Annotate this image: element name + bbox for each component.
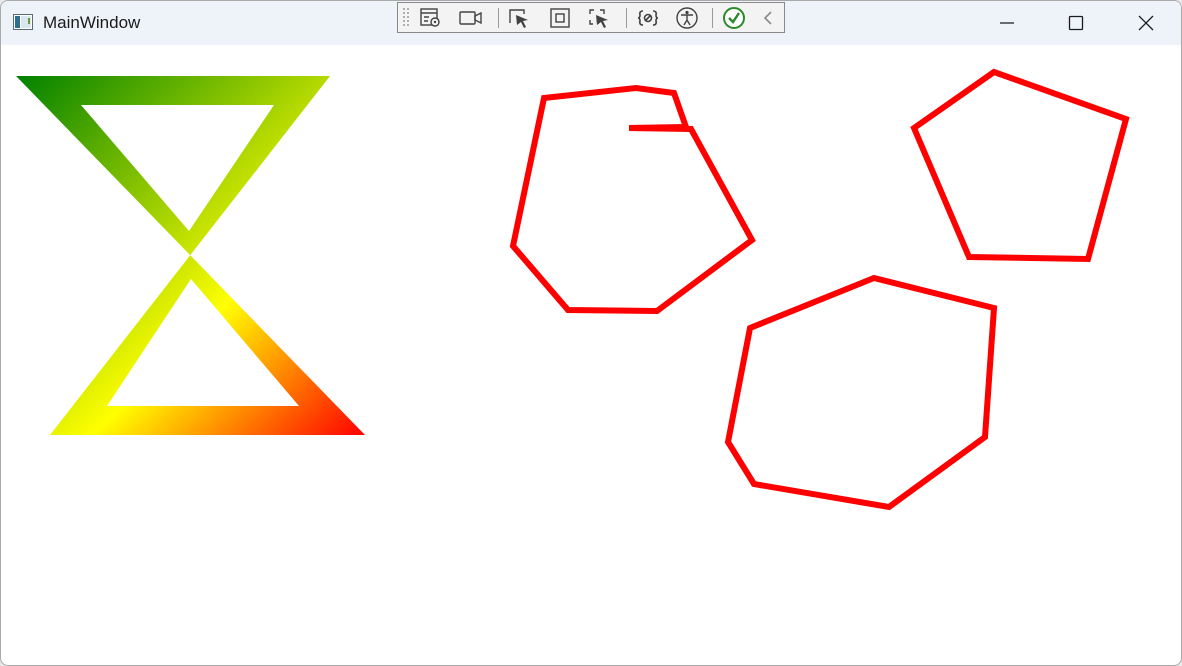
binding-failures-button[interactable] [635,6,661,30]
minimize-button[interactable] [984,1,1030,45]
display-layout-adorners-icon [550,8,570,28]
minimize-icon [1000,22,1014,24]
hexagon-shape [724,274,998,511]
maximize-button[interactable] [1053,1,1099,45]
pentagon-shape [910,68,1130,263]
record-icon [459,11,482,25]
accessibility-icon [676,7,698,29]
title-bar[interactable]: MainWindow [1,1,1181,45]
track-focused-element-icon [589,9,608,28]
hourglass-shape [16,76,365,435]
select-element-button[interactable] [506,6,532,30]
concave-polygon-shape [509,84,756,315]
collapse-toolbar-button[interactable] [756,6,780,30]
close-icon [1138,15,1154,31]
toolbar-separator [626,8,627,28]
app-window-icon [13,14,33,30]
collapse-chevron-icon [763,11,772,25]
window-title: MainWindow [43,13,141,32]
drawing-canvas [16,68,1130,511]
hot-reload-status-button[interactable] [721,6,747,30]
close-button[interactable] [1123,1,1169,45]
maximize-icon [1068,15,1084,31]
binding-failures-icon [637,10,659,26]
accessibility-button[interactable] [674,6,700,30]
toolbar-separator [712,8,713,28]
display-layout-adorners-button[interactable] [547,6,573,30]
live-visual-tree-button[interactable] [418,6,444,30]
toolbar-grip-icon[interactable] [402,6,410,30]
xaml-debug-toolbar [397,2,785,33]
toolbar-separator [498,8,499,28]
track-focused-element-button[interactable] [586,6,612,30]
select-element-icon [509,9,528,28]
record-button[interactable] [458,6,484,30]
live-visual-tree-icon [420,8,440,27]
main-window: MainWindow [0,0,1182,666]
hot-reload-ok-icon [723,7,745,29]
